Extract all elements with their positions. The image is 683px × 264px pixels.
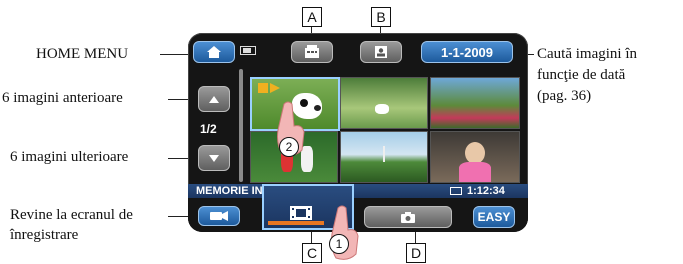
home-button[interactable] — [193, 41, 235, 63]
callout-date-line2: funcţie de dată — [537, 67, 626, 83]
play-icon — [270, 83, 280, 93]
battery-icon — [240, 46, 256, 55]
label-d: D — [406, 243, 426, 263]
step-2-marker: 2 — [279, 137, 299, 157]
callout-date-line3: (pag. 36) — [537, 88, 592, 104]
camera-icon — [401, 211, 415, 223]
callout-next-images: 6 imagini ulterioare — [10, 149, 129, 165]
thumbnail-6[interactable] — [430, 131, 520, 183]
callout-return-line2: înregistrare — [10, 227, 79, 243]
callout-date-line1: Caută imagini în — [537, 46, 637, 62]
camcorder-icon — [210, 211, 228, 221]
date-search-label: 1-1-2009 — [440, 44, 494, 60]
easy-button[interactable]: EASY — [473, 206, 515, 228]
thumbnail-2[interactable] — [340, 77, 428, 129]
label-c: C — [302, 243, 322, 263]
thumbnail-3[interactable] — [430, 77, 520, 129]
movie-list-button[interactable] — [291, 41, 333, 63]
photo-list-icon — [375, 46, 387, 58]
photo-tab[interactable] — [364, 206, 452, 228]
previous-page-button[interactable] — [198, 86, 230, 112]
callout-return-line1: Revine la ecranul de — [10, 207, 133, 223]
arrow-up-icon — [209, 95, 219, 103]
duration-label: 1:12:34 — [467, 185, 505, 197]
status-bar: MEMORIE INTERNĂ 1:12:34 — [188, 184, 528, 198]
thumbnail-5[interactable] — [340, 131, 428, 183]
date-search-button[interactable]: 1-1-2009 — [421, 41, 513, 63]
film-icon — [290, 206, 312, 220]
return-record-button[interactable] — [198, 206, 240, 226]
label-a: A — [302, 7, 322, 27]
arrow-down-icon — [209, 154, 219, 162]
device-screen: 1-1-2009 1/2 MEMORIE INTERNĂ 1:12:34 EAS… — [188, 33, 528, 232]
next-page-button[interactable] — [198, 145, 230, 171]
page-indicator: 1/2 — [200, 122, 217, 136]
callout-home-menu: HOME MENU — [36, 46, 129, 62]
scrollbar[interactable] — [239, 69, 243, 182]
step-1-marker: 1 — [329, 234, 349, 254]
selected-tab-indicator — [268, 221, 324, 225]
movie-list-icon — [305, 45, 319, 58]
easy-label: EASY — [477, 210, 511, 224]
home-icon — [207, 46, 221, 58]
label-b: B — [371, 7, 391, 27]
film-strip-icon — [450, 187, 462, 195]
top-bar: 1-1-2009 — [188, 33, 528, 65]
photo-list-button[interactable] — [360, 41, 402, 63]
hand-pointer-icon — [331, 205, 359, 260]
callout-previous-images: 6 imagini anterioare — [2, 90, 123, 106]
